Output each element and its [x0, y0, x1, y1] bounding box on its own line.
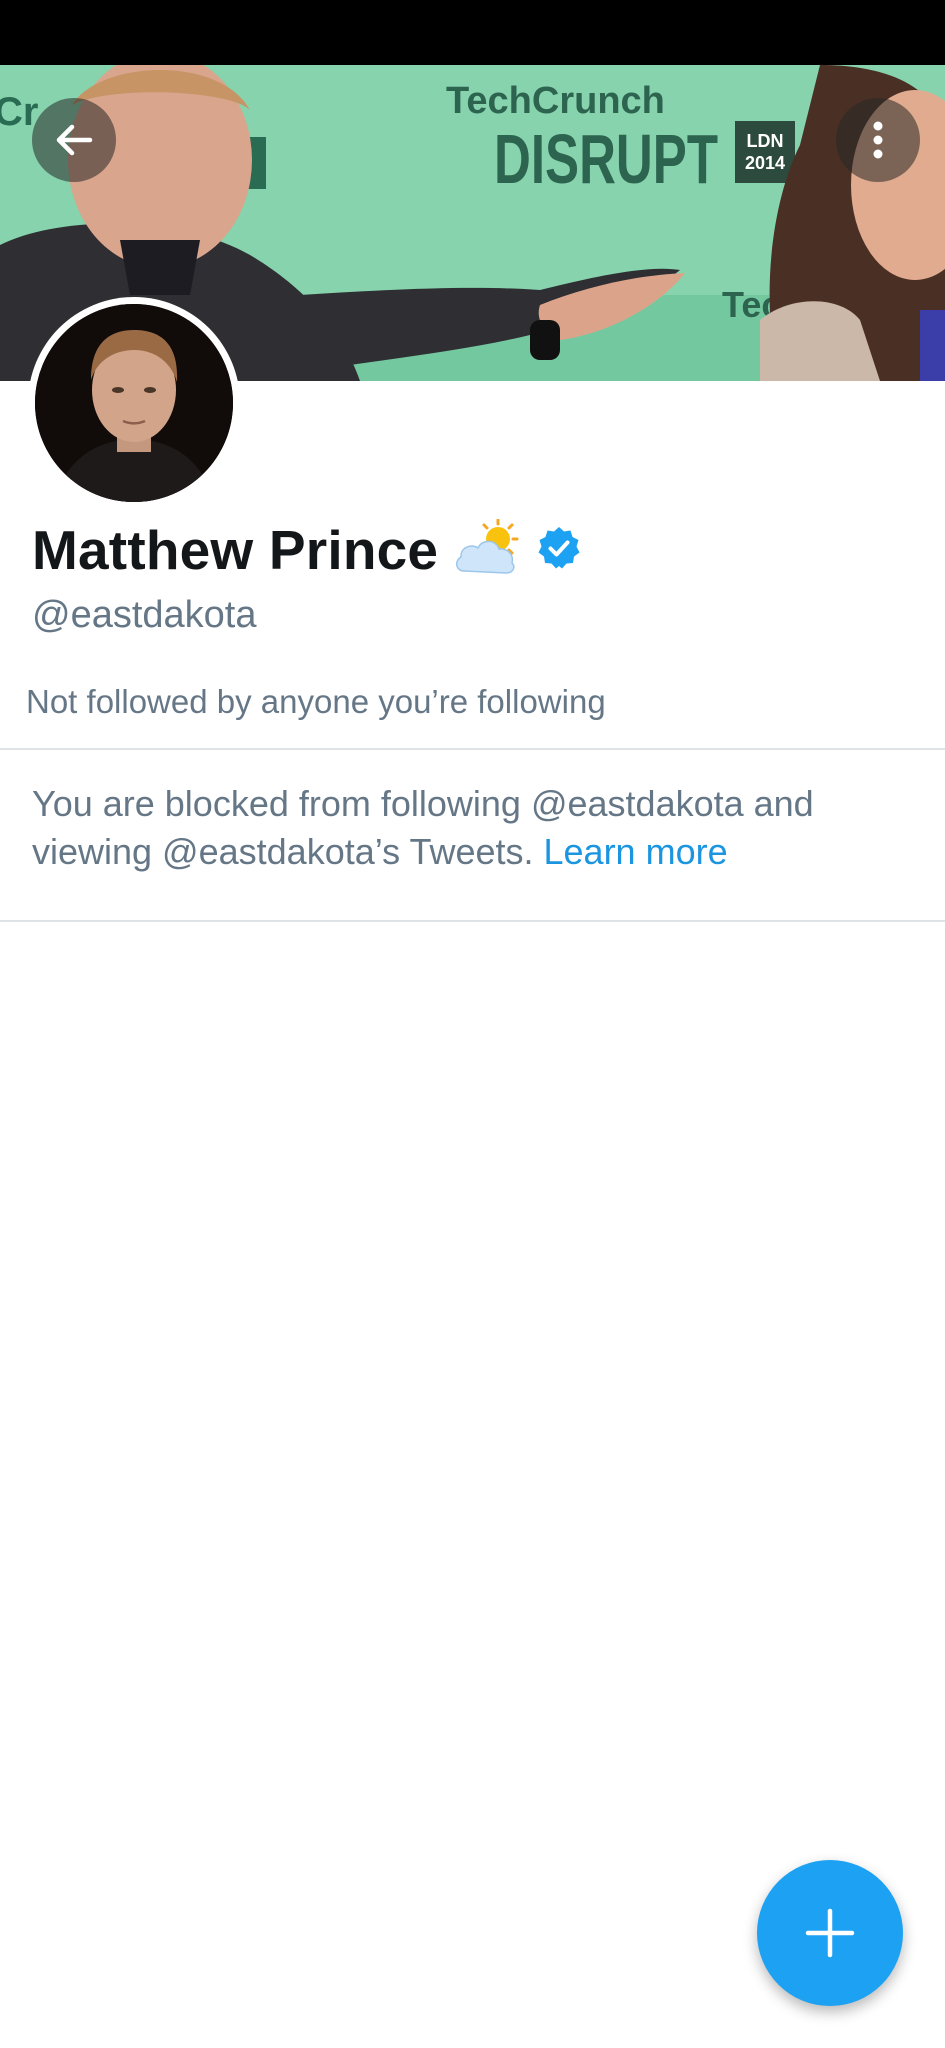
status-bar — [0, 0, 945, 65]
banner-brand-text: TechCrunch — [446, 80, 665, 122]
profile-screen: Cr TechCrunch DISRUPT LDN 2014 nch Tec — [0, 0, 945, 2048]
profile-handle: @eastdakota — [32, 594, 257, 636]
avatar-frame[interactable] — [28, 297, 240, 509]
blocked-notice: You are blocked from following @eastdako… — [32, 780, 912, 876]
display-name: Matthew Prince — [32, 519, 439, 581]
verified-badge-icon — [536, 525, 582, 576]
banner-person-left-shirt — [120, 240, 200, 295]
arrow-left-icon — [56, 124, 93, 156]
plus-icon — [805, 1908, 855, 1958]
banner-person-right-top — [920, 310, 945, 381]
learn-more-link[interactable]: Learn more — [544, 831, 728, 872]
back-button[interactable] — [32, 98, 116, 182]
compose-fab-button[interactable] — [757, 1860, 903, 2006]
vertical-ellipsis-icon — [873, 121, 883, 159]
banner-badge-line2: 2014 — [745, 153, 785, 173]
divider — [0, 748, 945, 750]
sun-behind-cloud-icon — [454, 518, 520, 582]
banner-event-text: DISRUPT — [494, 120, 718, 198]
more-options-button[interactable] — [836, 98, 920, 182]
profile-name-row: Matthew Prince — [32, 512, 582, 588]
banner-person-left-watch — [530, 320, 560, 360]
divider — [0, 920, 945, 922]
banner-badge-line1: LDN — [747, 131, 784, 151]
followed-by-text: Not followed by anyone you’re following — [26, 683, 606, 720]
avatar-image — [35, 304, 233, 502]
avatar — [35, 304, 233, 502]
